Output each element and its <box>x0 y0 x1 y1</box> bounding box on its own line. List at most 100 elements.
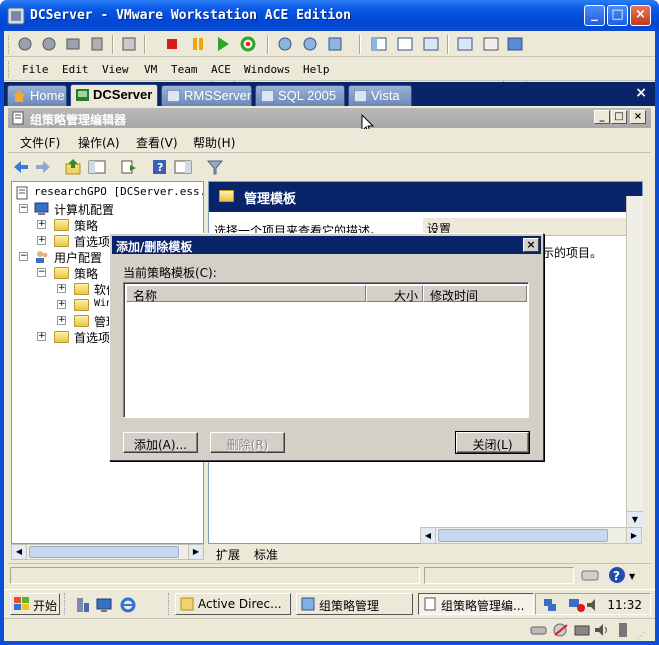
console-view-icon[interactable] <box>456 35 474 53</box>
collapse-toggle[interactable]: − <box>37 268 46 277</box>
clone-icon[interactable] <box>88 35 106 53</box>
maximize-button[interactable]: □ <box>607 5 628 26</box>
scroll-down-icon[interactable]: ▼ <box>627 511 643 526</box>
appliance-view-icon[interactable] <box>506 35 524 53</box>
column-name[interactable]: 名称 <box>126 285 366 303</box>
vmware-titlebar[interactable]: DCServer - VMware Workstation ACE Editio… <box>0 0 659 31</box>
gp-editor-titlebar[interactable]: 组策略管理编辑器 _ □ × <box>8 108 651 128</box>
menu-ace[interactable]: ACE <box>211 63 231 76</box>
power-on-icon[interactable] <box>214 35 232 53</box>
filter-icon[interactable] <box>206 159 224 175</box>
show-hide-tree-icon[interactable] <box>88 159 106 175</box>
expand-toggle[interactable]: + <box>37 332 46 341</box>
menu-help[interactable]: Help <box>303 63 330 76</box>
show-sidebar-icon[interactable] <box>370 35 388 53</box>
menu-file[interactable]: File <box>22 63 49 76</box>
task-gpmc[interactable]: 组策略管理 <box>296 593 413 615</box>
tab-standard[interactable]: 标准 <box>254 546 278 563</box>
expand-toggle[interactable]: + <box>37 236 46 245</box>
gp-menu-file[interactable]: 文件(F) <box>20 134 60 151</box>
expand-toggle[interactable]: + <box>57 284 66 293</box>
gp-menu-view[interactable]: 查看(V) <box>136 134 178 151</box>
scroll-left-icon[interactable]: ◀ <box>421 528 436 543</box>
collapse-toggle[interactable]: − <box>19 204 28 213</box>
templates-list[interactable]: 名称 大小 修改时间 <box>123 282 529 418</box>
expand-toggle[interactable]: + <box>57 300 66 309</box>
tab-vista[interactable]: Vista <box>348 85 412 106</box>
menu-windows[interactable]: Windows <box>244 63 290 76</box>
minimize-button[interactable]: _ <box>584 5 605 26</box>
menu-vm[interactable]: VM <box>144 63 157 76</box>
menu-edit[interactable]: Edit <box>62 63 89 76</box>
gp-close-button[interactable]: × <box>630 110 646 124</box>
scroll-left-icon[interactable]: ◀ <box>12 545 27 559</box>
remove-template-button[interactable]: 删除(R) <box>210 432 285 453</box>
internet-explorer-icon[interactable] <box>119 596 137 614</box>
more-chevron-icon[interactable]: ▼ <box>629 572 635 581</box>
detail-horizontal-scrollbar[interactable]: ◀ ▶ <box>420 527 642 544</box>
power-off-icon[interactable] <box>163 35 181 53</box>
revert-icon[interactable] <box>301 35 319 53</box>
network-icon[interactable] <box>542 597 558 613</box>
resize-grip[interactable]: ⋰ <box>637 631 649 641</box>
tab-sql2005[interactable]: SQL 2005 <box>255 85 345 106</box>
gp-menu-action[interactable]: 操作(A) <box>78 134 120 151</box>
quick-switch-icon[interactable] <box>422 35 440 53</box>
scroll-thumb[interactable] <box>438 529 608 542</box>
hard-disk-icon[interactable] <box>530 622 548 638</box>
cdrom-disconnected-icon[interactable] <box>552 622 570 638</box>
network-adapter-icon[interactable] <box>574 622 592 638</box>
usb-icon[interactable] <box>616 622 630 638</box>
revert-snapshot-icon[interactable] <box>40 35 58 53</box>
dialog-titlebar[interactable]: 添加/删除模板 × <box>112 236 541 254</box>
network-disconnected-icon[interactable] <box>568 597 586 613</box>
expand-toggle[interactable]: + <box>57 316 66 325</box>
reset-icon[interactable] <box>239 35 257 53</box>
full-screen-icon[interactable] <box>396 35 414 53</box>
add-template-button[interactable]: 添加(A)... <box>123 432 198 453</box>
detail-vertical-scrollbar[interactable]: ▼ <box>626 196 643 544</box>
tree-horizontal-scrollbar[interactable]: ◀ ▶ <box>11 544 204 560</box>
close-button[interactable]: × <box>630 5 651 26</box>
tab-rmsserver[interactable]: RMSServer <box>161 85 252 106</box>
collapse-toggle[interactable]: − <box>19 252 28 261</box>
menu-team[interactable]: Team <box>171 63 198 76</box>
tab-home[interactable]: Home <box>7 85 67 106</box>
summary-view-icon[interactable] <box>482 35 500 53</box>
server-manager-icon[interactable] <box>74 597 90 613</box>
back-icon[interactable] <box>12 159 30 175</box>
task-gp-editor[interactable]: 组策略管理编... <box>418 593 534 615</box>
start-button[interactable]: 开始 <box>10 593 60 615</box>
snapshot-manager-icon[interactable] <box>64 35 82 53</box>
close-dialog-button[interactable]: 关闭(L) <box>455 431 530 454</box>
column-size[interactable]: 大小 <box>366 285 423 303</box>
manage-snapshots-icon[interactable] <box>326 35 344 53</box>
help-icon[interactable]: ? <box>151 159 169 175</box>
close-tab-button[interactable]: × <box>635 85 647 101</box>
help-circle-icon[interactable]: ? <box>608 566 626 584</box>
take-snapshot-icon[interactable] <box>276 35 294 53</box>
show-hide-action-pane-icon[interactable] <box>174 159 192 175</box>
sound-icon[interactable] <box>594 622 610 638</box>
volume-muted-icon[interactable] <box>586 597 600 613</box>
up-level-icon[interactable] <box>64 159 82 175</box>
scroll-right-icon[interactable]: ▶ <box>626 528 641 543</box>
gp-minimize-button[interactable]: _ <box>594 110 610 124</box>
gp-menu-help[interactable]: 帮助(H) <box>193 134 235 151</box>
gp-maximize-button[interactable]: □ <box>611 110 627 124</box>
scroll-thumb[interactable] <box>29 546 179 558</box>
forward-icon[interactable] <box>34 159 52 175</box>
tab-dcserver[interactable]: DCServer <box>70 84 158 106</box>
expand-toggle[interactable]: + <box>37 220 46 229</box>
task-active-directory[interactable]: Active Direc... <box>175 593 291 615</box>
column-modified[interactable]: 修改时间 <box>423 285 527 303</box>
suspend-icon[interactable] <box>189 35 207 53</box>
snapshot-icon[interactable] <box>16 35 34 53</box>
menu-view[interactable]: View <box>102 63 129 76</box>
tab-extended[interactable]: 扩展 <box>216 546 241 564</box>
dialog-close-button[interactable]: × <box>523 238 539 252</box>
scroll-right-icon[interactable]: ▶ <box>188 545 203 559</box>
summary-icon[interactable] <box>120 35 138 53</box>
export-list-icon[interactable] <box>120 159 138 175</box>
show-desktop-icon[interactable] <box>96 597 112 613</box>
